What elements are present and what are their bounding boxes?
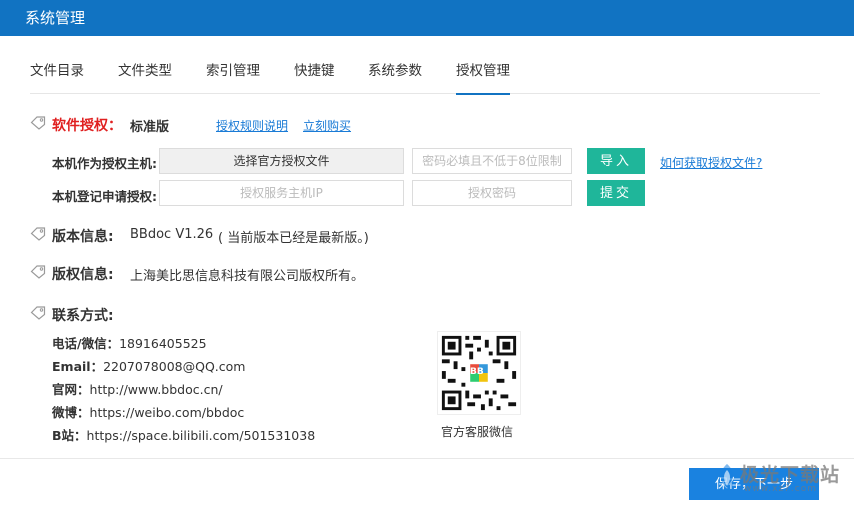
contact-key: 电话/微信： <box>52 336 120 351</box>
contact-key: 官网： <box>52 382 90 397</box>
select-license-file-button[interactable]: 选择官方授权文件 <box>159 148 404 174</box>
contact-key: Email： <box>52 359 104 374</box>
copyright-label: 版权信息: <box>52 267 114 283</box>
contact-key: B站： <box>52 428 87 443</box>
contact-bilibili: B站：https://space.bilibili.com/501531038 <box>52 425 315 444</box>
tab-shortcuts[interactable]: 快捷键 <box>294 62 335 94</box>
contact-website: 官网：http://www.bbdoc.cn/ <box>52 379 223 398</box>
tab-license-management[interactable]: 授权管理 <box>456 62 510 95</box>
host-license-label: 本机作为授权主机: <box>52 156 157 171</box>
qr-caption: 官方客服微信 <box>441 425 514 439</box>
license-edition: 标准版 <box>130 120 170 135</box>
contact-email: Email：2207078008@QQ.com <box>52 356 245 375</box>
contact-weibo: 微博：https://weibo.com/bbdoc <box>52 402 244 421</box>
import-button[interactable]: 导入 <box>587 148 645 174</box>
tab-file-types[interactable]: 文件类型 <box>118 62 172 94</box>
tab-file-directory[interactable]: 文件目录 <box>30 62 84 94</box>
contact-phone: 电话/微信：18916405525 <box>52 333 207 352</box>
tag-icon <box>30 116 46 130</box>
license-auth-password-input[interactable]: 授权密码 <box>412 180 572 206</box>
license-server-ip-input[interactable]: 授权服务主机IP <box>159 180 404 206</box>
title-bar: 系统管理 <box>0 0 854 36</box>
tab-bar: 文件目录 文件类型 索引管理 快捷键 系统参数 授权管理 <box>30 62 820 95</box>
tag-icon <box>30 227 46 241</box>
footer-divider <box>0 458 854 459</box>
license-label: 软件授权： <box>52 118 122 134</box>
contact-value: http://www.bbdoc.cn/ <box>89 382 223 397</box>
version-note: ( 当前版本已经是最新版。) <box>218 231 369 246</box>
copyright-value: 上海美比思信息科技有限公司版权所有。 <box>130 269 365 284</box>
how-to-get-license-link[interactable]: 如何获取授权文件? <box>660 154 762 171</box>
version-value: BBdoc V1.26 <box>130 227 214 242</box>
contact-label: 联系方式: <box>52 308 114 324</box>
tag-icon <box>30 265 46 279</box>
contact-value: 18916405525 <box>119 336 207 351</box>
buy-now-link[interactable]: 立刻购买 <box>303 117 351 134</box>
tag-icon <box>30 306 46 320</box>
contact-key: 微博： <box>52 405 90 420</box>
register-license-label: 本机登记申请授权: <box>52 189 157 204</box>
window-title: 系统管理 <box>25 9 86 27</box>
tab-system-parameters[interactable]: 系统参数 <box>368 62 422 94</box>
version-label: 版本信息: <box>52 229 114 245</box>
tab-index-management[interactable]: 索引管理 <box>206 62 260 94</box>
contact-value: https://space.bilibili.com/501531038 <box>86 428 316 443</box>
license-password-input[interactable]: 密码必填且不低于8位限制 <box>412 148 572 174</box>
contact-value: https://weibo.com/bbdoc <box>89 405 245 420</box>
contact-value: 2207078008@QQ.com <box>103 359 246 374</box>
license-rules-link[interactable]: 授权规则说明 <box>216 117 288 134</box>
qr-logo-text: BB <box>470 367 484 377</box>
save-next-button[interactable]: 保存，下一步 <box>689 468 819 500</box>
submit-button[interactable]: 提交 <box>587 180 645 206</box>
